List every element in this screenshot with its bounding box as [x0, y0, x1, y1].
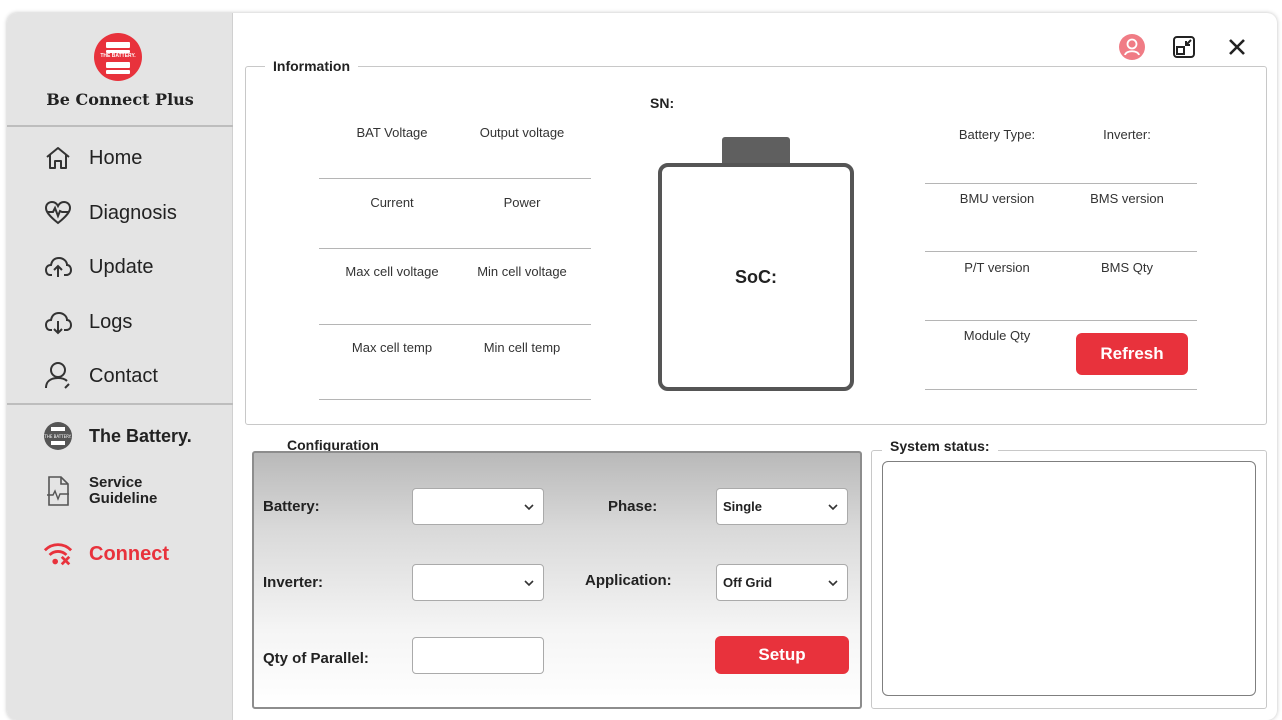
- svg-text:THE BATTERY.: THE BATTERY.: [43, 434, 71, 439]
- max-cell-voltage-label: Max cell voltage: [345, 264, 439, 279]
- module-qty-label: Module Qty: [963, 328, 1031, 343]
- soc-label: SoC:: [735, 267, 777, 287]
- sidebar-item-label: Diagnosis: [89, 201, 177, 224]
- setup-button[interactable]: Setup: [715, 636, 849, 674]
- max-cell-temp-label: Max cell temp: [351, 340, 433, 355]
- qty-of-parallel-input[interactable]: [412, 637, 544, 674]
- divider: [925, 320, 1197, 321]
- account-button[interactable]: [1118, 33, 1146, 65]
- phase-select[interactable]: Single: [716, 488, 848, 525]
- app-name: Be Connect Plus: [46, 90, 194, 109]
- battery-config-label: Battery:: [263, 498, 320, 515]
- sidebar-item-update[interactable]: Update: [43, 249, 154, 285]
- sidebar-link-label: Service Guideline: [89, 474, 158, 507]
- user-icon: [43, 361, 73, 391]
- sidebar-item-home[interactable]: Home: [43, 140, 142, 176]
- power-label: Power: [503, 195, 541, 210]
- qty-of-parallel-label: Qty of Parallel:: [263, 650, 369, 667]
- inverter-config-label: Inverter:: [263, 574, 324, 591]
- phase-label: Phase:: [608, 498, 658, 515]
- pt-version-label: P/T version: [964, 260, 1030, 275]
- divider: [925, 389, 1197, 390]
- wifi-off-icon: [43, 539, 73, 569]
- minimize-window-icon: [1172, 35, 1196, 64]
- current-label: Current: [370, 195, 414, 210]
- chevron-down-icon: [524, 580, 534, 587]
- sidebar-item-label: Logs: [89, 310, 133, 333]
- sn-label: SN:: [650, 95, 675, 111]
- sidebar-link-connect[interactable]: Connect: [43, 539, 169, 569]
- app-logo: THE BATTERY.: [94, 33, 142, 81]
- cloud-upload-icon: [43, 252, 73, 282]
- sidebar-link-label: Connect: [89, 542, 169, 565]
- bms-qty-label: BMS Qty: [1100, 260, 1153, 275]
- divider: [319, 399, 591, 400]
- sidebar-link-the-battery[interactable]: THE BATTERY. The Battery.: [43, 421, 192, 451]
- sidebar-link-service-guideline[interactable]: Service Guideline: [43, 475, 157, 507]
- divider: [925, 183, 1197, 184]
- sidebar-item-label: Contact: [89, 364, 158, 387]
- bat-voltage-label: BAT Voltage: [356, 125, 428, 140]
- battery-terminal: [722, 137, 790, 165]
- battery-brand-icon: THE BATTERY.: [43, 421, 73, 451]
- divider: [319, 324, 591, 325]
- divider: [319, 248, 591, 249]
- heartbeat-icon: [43, 198, 73, 228]
- min-cell-temp-label: Min cell temp: [483, 340, 561, 355]
- battery-type-label: Battery Type:: [958, 127, 1036, 142]
- divider: [319, 178, 591, 179]
- system-status-textbox[interactable]: [882, 461, 1256, 696]
- bmu-version-label: BMU version: [959, 191, 1035, 206]
- document-icon: [43, 476, 73, 506]
- sidebar-item-contact[interactable]: Contact: [43, 358, 158, 394]
- cloud-download-icon: [43, 307, 73, 337]
- system-status-title: System status:: [882, 438, 998, 454]
- information-title: Information: [265, 58, 358, 74]
- divider: [925, 251, 1197, 252]
- inverter-select[interactable]: [412, 564, 544, 601]
- sidebar: THE BATTERY. Be Connect Plus Home Diagno…: [7, 13, 233, 720]
- sidebar-item-diagnosis[interactable]: Diagnosis: [43, 195, 177, 231]
- minimize-button[interactable]: [1170, 35, 1198, 63]
- application-select[interactable]: Off Grid: [716, 564, 848, 601]
- sidebar-divider: [7, 403, 233, 405]
- user-avatar-icon: [1119, 33, 1145, 65]
- chevron-down-icon: [828, 504, 838, 511]
- close-icon: [1227, 37, 1247, 62]
- bms-version-label: BMS version: [1090, 191, 1164, 206]
- battery-select[interactable]: [412, 488, 544, 525]
- sidebar-item-label: Home: [89, 146, 143, 169]
- inverter-info-label: Inverter:: [1103, 127, 1151, 142]
- sidebar-link-label: The Battery.: [89, 425, 192, 446]
- output-voltage-label: Output voltage: [479, 125, 565, 140]
- sidebar-divider: [7, 125, 233, 127]
- sidebar-item-logs[interactable]: Logs: [43, 304, 132, 340]
- chevron-down-icon: [828, 580, 838, 587]
- application-label: Application:: [585, 572, 672, 589]
- refresh-button[interactable]: Refresh: [1076, 333, 1188, 375]
- home-icon: [43, 143, 73, 173]
- close-button[interactable]: [1223, 35, 1251, 63]
- chevron-down-icon: [524, 504, 534, 511]
- app-window: THE BATTERY. Be Connect Plus Home Diagno…: [7, 13, 1277, 720]
- sidebar-item-label: Update: [89, 255, 154, 278]
- min-cell-voltage-label: Min cell voltage: [477, 264, 567, 279]
